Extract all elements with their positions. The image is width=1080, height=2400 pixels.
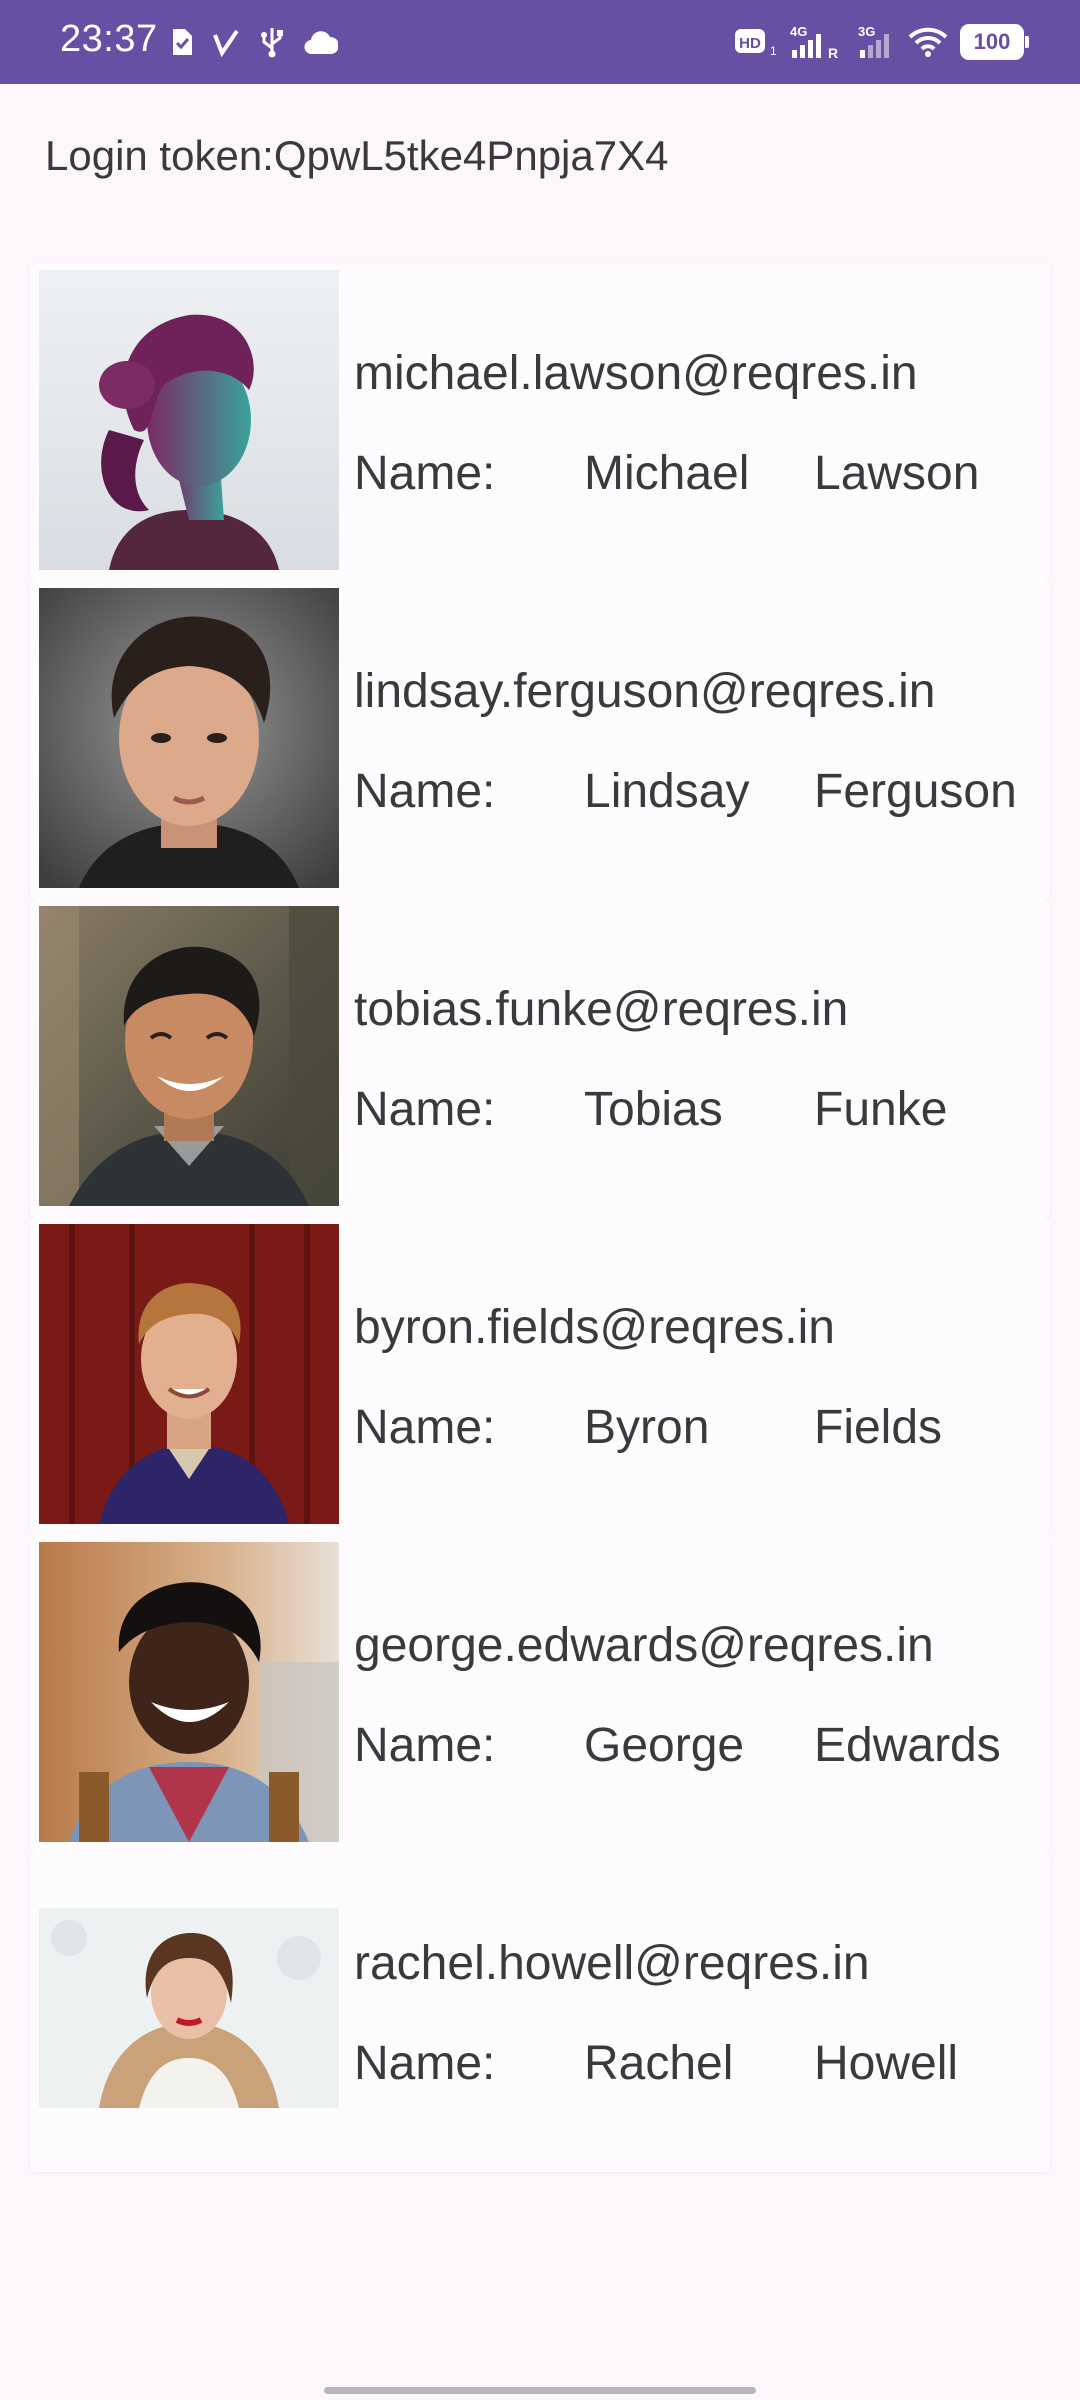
name-label: Name: [354,765,496,818]
usb-icon [258,26,286,58]
name-label: Name: [354,1401,496,1454]
name-label: Name: [354,1719,496,1772]
first-name: Byron [584,1401,710,1454]
last-name: Fields [814,1401,943,1454]
name-label: Name: [354,1083,496,1136]
user-email: lindsay.ferguson@reqres.in [354,665,936,718]
login-token-value: QpwL5tke4Pnpja7X4 [273,132,669,179]
avatar [39,1224,339,1524]
last-name: Funke [814,1083,948,1136]
last-name: Ferguson [814,765,1017,818]
signal-3g-icon: 3G [856,24,896,60]
avatar [39,1542,339,1842]
status-notification-icons [170,24,338,60]
login-token-row: Login token:QpwL5tke4Pnpja7X4 [45,132,668,180]
status-bar: 23:37 HD 1 4G R 3G 100 [0,0,1080,84]
wifi-icon [908,26,948,58]
user-email: byron.fields@reqres.in [354,1301,835,1354]
svg-text:3G: 3G [858,24,875,39]
user-card[interactable]: george.edwards@reqres.in Name: George Ed… [30,1536,1050,1854]
hd-icon: HD 1 [734,25,776,59]
user-card[interactable]: rachel.howell@reqres.in Name: Rachel How… [30,1854,1050,2172]
first-name: Rachel [584,2037,734,2090]
signal-4g-icon: 4G R [788,24,844,60]
svg-text:HD: HD [739,35,761,52]
avatar [39,906,339,1206]
first-name: Tobias [584,1083,723,1136]
avatar [39,1908,339,2108]
svg-text:1: 1 [770,44,776,58]
login-token-label: Login token: [45,132,274,179]
last-name: Edwards [814,1719,1001,1772]
gesture-navigation-bar[interactable] [324,2387,756,2394]
status-time: 23:37 [60,18,158,60]
user-email: tobias.funke@reqres.in [354,983,849,1036]
cloud-icon [304,28,338,56]
last-name: Howell [814,2037,959,2090]
last-name: Lawson [814,447,980,500]
avatar [39,270,339,570]
svg-text:4G: 4G [790,24,807,39]
user-card[interactable]: michael.lawson@reqres.in Name: Michael L… [30,264,1050,582]
user-email: michael.lawson@reqres.in [354,347,918,400]
first-name: George [584,1719,745,1772]
user-card[interactable]: lindsay.ferguson@reqres.in Name: Lindsay… [30,582,1050,900]
avatar [39,588,339,888]
first-name: Michael [584,447,750,500]
user-list[interactable]: michael.lawson@reqres.in Name: Michael L… [30,264,1050,2172]
svg-text:R: R [828,45,838,60]
status-system-icons: HD 1 4G R 3G 100 [734,22,1029,62]
first-name: Lindsay [584,765,750,818]
check-icon [212,27,240,57]
user-card[interactable]: tobias.funke@reqres.in Name: Tobias Funk… [30,900,1050,1218]
name-label: Name: [354,2037,496,2090]
battery-icon: 100 [960,24,1029,60]
name-label: Name: [354,447,496,500]
sim-card-icon [170,27,194,57]
user-email: rachel.howell@reqres.in [354,1937,870,1990]
user-email: george.edwards@reqres.in [354,1619,934,1672]
user-card[interactable]: byron.fields@reqres.in Name: Byron Field… [30,1218,1050,1536]
